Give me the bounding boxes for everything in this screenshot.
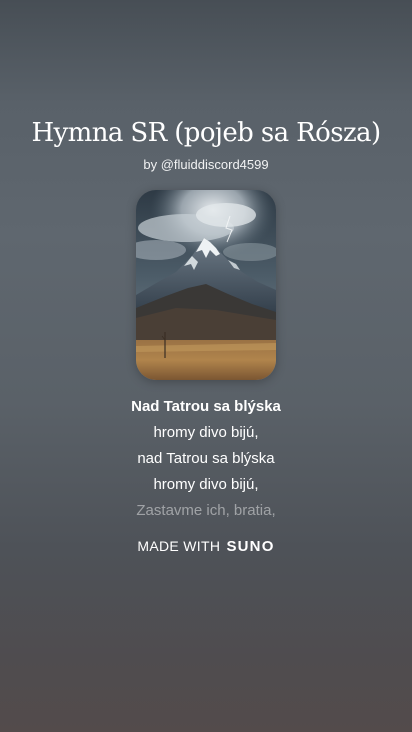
song-share-card: Hymna SR (pojeb sa Rósza) by @fluiddisco…: [0, 0, 412, 732]
song-title: Hymna SR (pojeb sa Rósza): [31, 118, 381, 148]
made-with-label: MADE WITH: [137, 538, 221, 554]
lyric-line: hromy divo bijú,: [153, 476, 259, 493]
lyrics-panel: Nad Tatrou sa blýska hromy divo bijú, na…: [0, 396, 412, 526]
mountain-landscape-image: [136, 190, 276, 380]
lyric-line-upcoming: Zastavme ich, bratia,: [136, 502, 276, 519]
artist-byline[interactable]: by @fluiddiscord4599: [0, 157, 412, 173]
suno-logo: SUNO: [226, 538, 275, 555]
lyric-line-current: Nad Tatrou sa blýska: [131, 398, 281, 415]
lyric-line: hromy divo bijú,: [153, 424, 259, 441]
lyric-line: nad Tatrou sa blýska: [137, 450, 275, 467]
cover-art[interactable]: [136, 190, 276, 380]
made-with-suno-badge[interactable]: MADE WITH SUNO: [0, 537, 412, 556]
